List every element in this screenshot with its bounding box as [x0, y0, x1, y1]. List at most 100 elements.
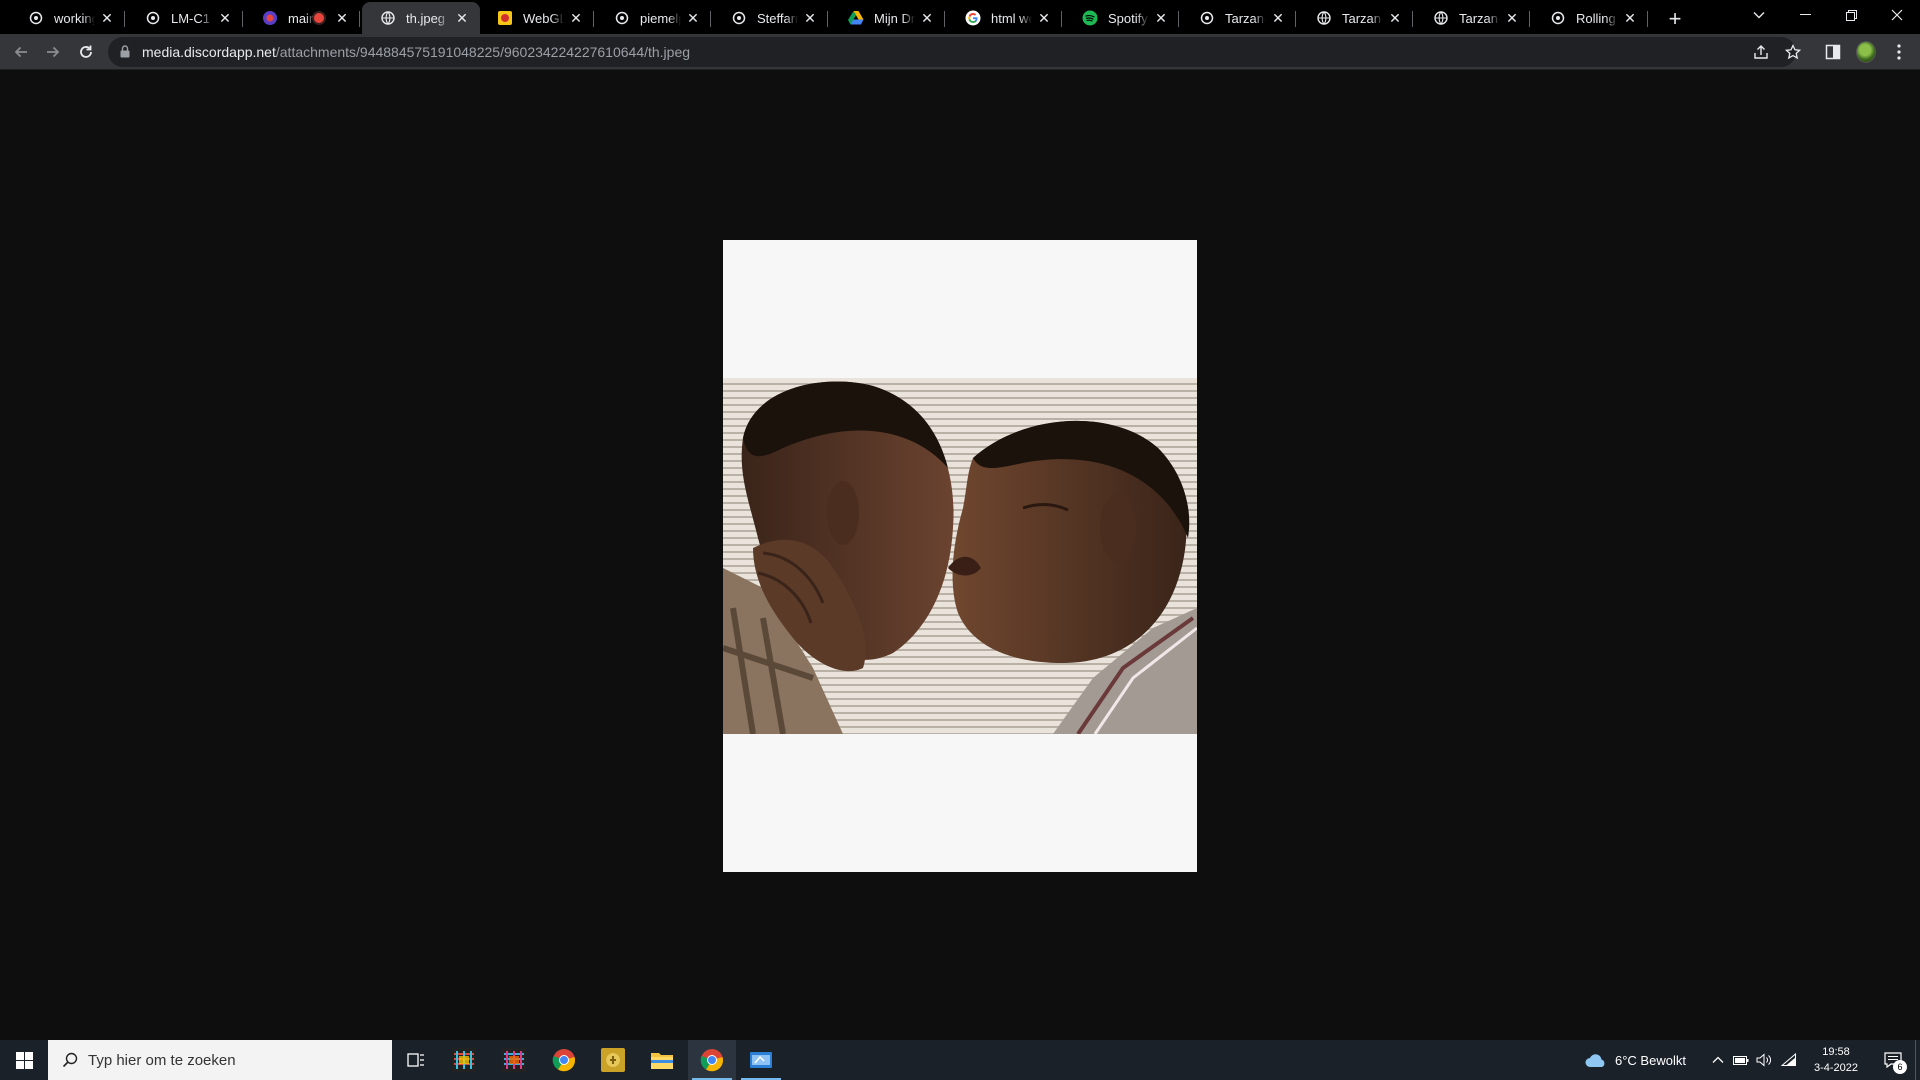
app-icon: [601, 1048, 625, 1072]
address-bar[interactable]: media.discordapp.net/attachments/9448845…: [108, 37, 1801, 67]
close-window-button[interactable]: [1874, 0, 1920, 30]
reload-button[interactable]: [72, 38, 100, 66]
wifi-icon: [1781, 1053, 1796, 1066]
tab[interactable]: LM-C1 - R ✕: [127, 2, 243, 34]
more-vert-icon: [1897, 44, 1901, 60]
tab-title: WebGL R: [523, 10, 564, 26]
tab[interactable]: Tarzan-we ✕: [1181, 2, 1296, 34]
share-icon: [1754, 45, 1768, 59]
back-button[interactable]: [7, 38, 35, 66]
globe-icon: [1316, 10, 1332, 26]
globe-icon: [614, 10, 630, 26]
lock-icon[interactable]: [120, 45, 130, 58]
weather-widget[interactable]: 6°C Bewolkt: [1585, 1040, 1686, 1080]
google-icon: [965, 10, 981, 26]
tab-separator: [1647, 11, 1648, 27]
tab-title: main-: [288, 10, 314, 26]
tab[interactable]: WebGL R ✕: [479, 2, 594, 34]
taskbar-app-2[interactable]: [490, 1040, 538, 1080]
menu-button[interactable]: [1889, 42, 1909, 62]
close-tab-icon[interactable]: ✕: [1270, 10, 1286, 26]
tab-title: Tarzan-we: [1459, 10, 1500, 26]
task-view-button[interactable]: [392, 1040, 440, 1080]
close-tab-icon[interactable]: ✕: [334, 10, 350, 26]
tab-separator: [1061, 11, 1062, 27]
avatar: [1856, 41, 1876, 63]
globe-icon: [731, 10, 747, 26]
clock[interactable]: 19:58 3-4-2022: [1806, 1044, 1866, 1076]
volume-button[interactable]: [1756, 1040, 1772, 1080]
close-tab-icon[interactable]: ✕: [454, 10, 470, 26]
share-button[interactable]: [1752, 43, 1770, 61]
tab-separator: [359, 11, 360, 27]
tab[interactable]: Mijn Drive ✕: [830, 2, 945, 34]
globe-icon: [380, 10, 396, 26]
close-tab-icon[interactable]: ✕: [217, 10, 233, 26]
task-view-icon: [407, 1053, 424, 1067]
app-icon: [452, 1048, 476, 1072]
tab-search-button[interactable]: [1736, 0, 1782, 30]
taskbar-app-4[interactable]: [737, 1040, 785, 1080]
chevron-up-icon: [1712, 1056, 1724, 1063]
taskbar-search[interactable]: Typ hier om te zoeken: [48, 1040, 392, 1080]
tab-separator: [1529, 11, 1530, 27]
taskbar-app-1[interactable]: [440, 1040, 488, 1080]
show-desktop-button[interactable]: [1915, 1040, 1920, 1080]
restore-button[interactable]: [1828, 0, 1874, 30]
tab-title: th.jpeg (4: [406, 10, 450, 26]
start-button[interactable]: [0, 1040, 48, 1080]
close-tab-icon[interactable]: ✕: [802, 10, 818, 26]
tab[interactable]: Tarzan-we ✕: [1298, 2, 1413, 34]
taskbar-chrome[interactable]: [540, 1040, 588, 1080]
tab-active[interactable]: th.jpeg (4 ✕: [362, 2, 480, 34]
network-button[interactable]: [1781, 1040, 1797, 1080]
profile-button[interactable]: [1856, 41, 1876, 63]
minimize-button[interactable]: [1782, 0, 1828, 30]
taskbar-app-3[interactable]: [589, 1040, 637, 1080]
chrome-icon: [552, 1049, 576, 1072]
tab[interactable]: working | ✕: [10, 2, 125, 34]
url-text[interactable]: media.discordapp.net/attachments/9448845…: [142, 44, 690, 60]
weather-text: 6°C Bewolkt: [1615, 1052, 1686, 1068]
battery-button[interactable]: [1733, 1040, 1749, 1080]
displayed-image[interactable]: [723, 240, 1197, 872]
close-tab-icon[interactable]: ✕: [99, 10, 115, 26]
chrome-icon: [700, 1049, 724, 1072]
tab[interactable]: html web ✕: [947, 2, 1062, 34]
new-tab-button[interactable]: +: [1661, 5, 1689, 33]
tab-separator: [1412, 11, 1413, 27]
tab[interactable]: Tarzan-we ✕: [1415, 2, 1530, 34]
tab-separator: [827, 11, 828, 27]
tab[interactable]: main- ✕: [244, 2, 360, 34]
tab[interactable]: piemelpri ✕: [596, 2, 711, 34]
windows-logo-icon: [15, 1051, 33, 1069]
show-hidden-icons-button[interactable]: [1712, 1040, 1724, 1080]
tab-title: Mijn Drive: [874, 10, 915, 26]
close-tab-icon[interactable]: ✕: [1504, 10, 1520, 26]
bookmark-button[interactable]: [1784, 43, 1802, 61]
close-tab-icon[interactable]: ✕: [1387, 10, 1403, 26]
close-tab-icon[interactable]: ✕: [1036, 10, 1052, 26]
notification-center-button[interactable]: 6: [1873, 1040, 1913, 1080]
tab[interactable]: Steffarryw ✕: [713, 2, 828, 34]
globe-icon: [1433, 10, 1449, 26]
tab[interactable]: Rolling Sk ✕: [1532, 2, 1648, 34]
close-tab-icon[interactable]: ✕: [568, 10, 584, 26]
app-icon: [502, 1048, 526, 1072]
tab-separator: [710, 11, 711, 27]
close-tab-icon[interactable]: ✕: [1622, 10, 1638, 26]
arrow-right-icon: [47, 46, 60, 58]
url-host: media.discordapp.net: [142, 44, 276, 60]
close-tab-icon[interactable]: ✕: [919, 10, 935, 26]
forward-button[interactable]: [39, 38, 67, 66]
tab-title: Tarzan-we: [1342, 10, 1383, 26]
taskbar-chrome-active[interactable]: [688, 1040, 736, 1080]
reload-icon: [80, 45, 92, 58]
globe-icon: [1550, 10, 1566, 26]
side-panel-button[interactable]: [1823, 42, 1843, 62]
tab[interactable]: Spotify – I ✕: [1064, 2, 1179, 34]
close-tab-icon[interactable]: ✕: [685, 10, 701, 26]
close-tab-icon[interactable]: ✕: [1153, 10, 1169, 26]
url-path: /attachments/944884575191048225/96023422…: [275, 44, 691, 60]
taskbar-file-explorer[interactable]: [638, 1040, 686, 1080]
